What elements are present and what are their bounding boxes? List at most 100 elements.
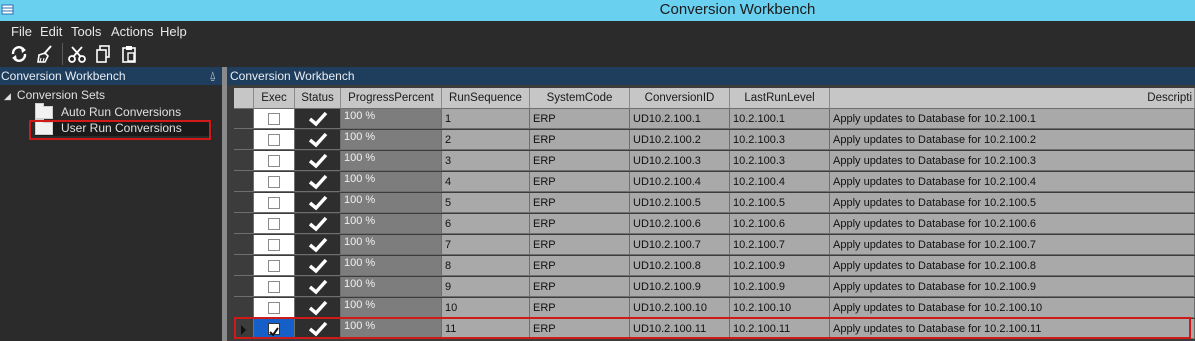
left-panel-header: Conversion Workbench ⍙ <box>0 67 222 85</box>
table-row[interactable]: 100 % 8 ERP UD10.2.100.8 10.2.100.9 Apply upd… <box>234 256 1195 277</box>
tree-node-auto-run[interactable]: Auto Run Conversions <box>35 103 181 120</box>
table-row[interactable]: 100 % 1 ERP UD10.2.100.1 10.2.100.1 Apply upd… <box>234 109 1195 130</box>
row-selector[interactable] <box>234 214 254 234</box>
exec-checkbox[interactable] <box>268 134 280 146</box>
row-selector[interactable] <box>234 172 254 192</box>
menu-help[interactable]: Help <box>160 24 187 39</box>
completed-check-icon <box>308 111 328 127</box>
column-header-status[interactable]: Status <box>295 88 341 109</box>
progress-cell: 100 % <box>341 298 442 318</box>
column-header-conversionid[interactable]: ConversionID <box>630 88 730 109</box>
refresh-icon[interactable] <box>9 44 29 64</box>
table-row[interactable]: 100 % 11 ERP UD10.2.100.11 10.2.100.11 Apply … <box>234 319 1195 340</box>
exec-cell[interactable] <box>254 151 295 171</box>
exec-cell[interactable] <box>254 109 295 129</box>
lastrunlevel-cell: 10.2.100.7 <box>730 235 830 255</box>
description-cell: Apply updates to Database for 10.2.100.7 <box>830 235 1195 255</box>
menu-tools[interactable]: Tools <box>71 24 101 39</box>
progress-cell: 100 % <box>341 256 442 276</box>
progress-cell: 100 % <box>341 109 442 129</box>
table-row[interactable]: 100 % 6 ERP UD10.2.100.6 10.2.100.6 Apply upd… <box>234 214 1195 235</box>
conversionid-cell: UD10.2.100.2 <box>630 130 730 150</box>
completed-check-icon <box>308 195 328 211</box>
exec-checkbox[interactable] <box>268 197 280 209</box>
row-selector[interactable] <box>234 256 254 276</box>
conversion-grid: Exec Status ProgressPercent RunSequence … <box>234 88 1195 341</box>
exec-checkbox[interactable] <box>268 155 280 167</box>
status-cell <box>295 172 341 192</box>
systemcode-cell: ERP <box>530 151 630 171</box>
column-header-progress[interactable]: ProgressPercent <box>341 88 442 109</box>
column-header-runsequence[interactable]: RunSequence <box>442 88 530 109</box>
column-header-lastrunlevel[interactable]: LastRunLevel <box>730 88 830 109</box>
table-row[interactable]: 100 % 5 ERP UD10.2.100.5 10.2.100.5 Apply upd… <box>234 193 1195 214</box>
status-cell <box>295 319 341 339</box>
tree-node-label: Conversion Sets <box>16 88 105 102</box>
exec-cell[interactable] <box>254 193 295 213</box>
exec-checkbox[interactable] <box>268 113 280 125</box>
paste-icon[interactable] <box>119 44 139 64</box>
systemcode-cell: ERP <box>530 298 630 318</box>
table-row[interactable]: 100 % 3 ERP UD10.2.100.3 10.2.100.3 Apply upd… <box>234 151 1195 172</box>
completed-check-icon <box>308 216 328 232</box>
row-selector[interactable] <box>234 298 254 318</box>
completed-check-icon <box>308 258 328 274</box>
table-row[interactable]: 100 % 4 ERP UD10.2.100.4 10.2.100.4 Apply upd… <box>234 172 1195 193</box>
systemcode-cell: ERP <box>530 214 630 234</box>
copy-icon[interactable] <box>93 44 113 64</box>
menu-actions[interactable]: Actions <box>111 24 154 39</box>
table-row[interactable]: 100 % 10 ERP UD10.2.100.10 10.2.100.10 Apply … <box>234 298 1195 319</box>
row-selector[interactable] <box>234 235 254 255</box>
runsequence-cell: 5 <box>442 193 530 213</box>
column-header-systemcode[interactable]: SystemCode <box>530 88 630 109</box>
conversionid-cell: UD10.2.100.11 <box>630 319 730 339</box>
row-selector[interactable] <box>234 109 254 129</box>
lastrunlevel-cell: 10.2.100.3 <box>730 130 830 150</box>
table-row[interactable]: 100 % 2 ERP UD10.2.100.2 10.2.100.3 Apply upd… <box>234 130 1195 151</box>
tree-node-conversion-sets[interactable]: ◢ Conversion Sets <box>4 87 105 103</box>
column-header-exec[interactable]: Exec <box>254 88 295 109</box>
conversionid-cell: UD10.2.100.4 <box>630 172 730 192</box>
cut-icon[interactable] <box>67 44 87 64</box>
exec-checkbox[interactable] <box>268 260 280 272</box>
exec-checkbox[interactable] <box>268 302 280 314</box>
exec-cell[interactable] <box>254 319 295 339</box>
exec-cell[interactable] <box>254 235 295 255</box>
conversionid-cell: UD10.2.100.7 <box>630 235 730 255</box>
row-selector[interactable] <box>234 151 254 171</box>
exec-cell[interactable] <box>254 214 295 234</box>
conversionid-cell: UD10.2.100.3 <box>630 151 730 171</box>
menu-file[interactable]: File <box>11 24 32 39</box>
collapse-icon[interactable]: ◢ <box>4 91 11 101</box>
description-cell: Apply updates to Database for 10.2.100.2 <box>830 130 1195 150</box>
pin-icon[interactable]: ⍙ <box>209 67 216 85</box>
exec-checkbox[interactable] <box>268 323 280 337</box>
exec-cell[interactable] <box>254 256 295 276</box>
exec-checkbox[interactable] <box>268 176 280 188</box>
row-selector[interactable] <box>234 193 254 213</box>
menu-edit[interactable]: Edit <box>40 24 62 39</box>
table-row[interactable]: 100 % 9 ERP UD10.2.100.9 10.2.100.9 Apply upd… <box>234 277 1195 298</box>
row-selector[interactable] <box>234 277 254 297</box>
conversion-sets-panel: Conversion Workbench ⍙ ◢ Conversion Sets … <box>0 67 222 341</box>
exec-checkbox[interactable] <box>268 281 280 293</box>
row-selector[interactable] <box>234 130 254 150</box>
exec-checkbox[interactable] <box>268 218 280 230</box>
toolbar-separator <box>62 43 63 65</box>
exec-cell[interactable] <box>254 298 295 318</box>
exec-checkbox[interactable] <box>268 239 280 251</box>
column-header-description[interactable]: Descripti <box>830 88 1195 109</box>
clear-icon[interactable] <box>35 44 55 64</box>
exec-cell[interactable] <box>254 130 295 150</box>
table-row[interactable]: 100 % 7 ERP UD10.2.100.7 10.2.100.7 Apply upd… <box>234 235 1195 256</box>
title-bar: Conversion Workbench <box>0 0 1195 21</box>
row-selector[interactable] <box>234 319 254 339</box>
exec-cell[interactable] <box>254 172 295 192</box>
exec-cell[interactable] <box>254 277 295 297</box>
progress-cell: 100 % <box>341 151 442 171</box>
runsequence-cell: 11 <box>442 319 530 339</box>
systemcode-cell: ERP <box>530 172 630 192</box>
completed-check-icon <box>308 300 328 316</box>
status-cell <box>295 193 341 213</box>
lastrunlevel-cell: 10.2.100.3 <box>730 151 830 171</box>
